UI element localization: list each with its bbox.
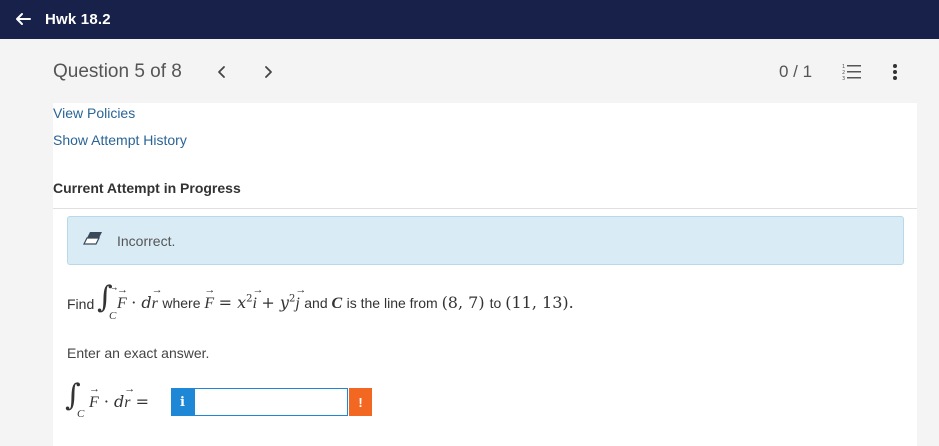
view-policies-link[interactable]: View Policies bbox=[53, 105, 135, 121]
numbered-list-icon[interactable]: 1 2 3 bbox=[842, 63, 862, 81]
from-point: (8, 7) bbox=[441, 293, 490, 312]
to-label: to bbox=[489, 295, 506, 311]
problem-statement: Find ∫ C ⃗→F · d→r where →F = x2→i + y2→… bbox=[67, 280, 767, 326]
top-bar: Hwk 18.2 bbox=[0, 0, 939, 39]
curve-c: C bbox=[331, 295, 343, 312]
problem-expression: ⃗→F · d→r where →F = x2→i + y2→j and C i… bbox=[117, 284, 574, 312]
vector-f: ⃗→F bbox=[117, 284, 128, 312]
svg-text:3: 3 bbox=[842, 76, 845, 81]
instruction-text: Enter an exact answer. bbox=[67, 345, 210, 361]
incorrect-alert: Incorrect. bbox=[67, 216, 904, 265]
question-title: Question 5 of 8 bbox=[53, 61, 182, 82]
info-button[interactable]: i bbox=[171, 388, 194, 416]
and-label: and bbox=[304, 295, 332, 311]
chevron-right-icon[interactable] bbox=[258, 61, 278, 83]
vertical-ellipsis-icon[interactable] bbox=[890, 62, 900, 82]
vector-r: → r bbox=[151, 284, 163, 312]
warning-button[interactable]: ! bbox=[349, 388, 372, 416]
eraser-icon bbox=[83, 232, 102, 245]
to-point: (11, 13). bbox=[505, 293, 574, 312]
find-label: Find bbox=[67, 296, 95, 312]
where-label: where bbox=[162, 295, 205, 311]
alert-text: Incorrect. bbox=[117, 233, 176, 249]
question-score: 0 / 1 bbox=[779, 62, 813, 81]
line-from-label: is the line from bbox=[346, 295, 442, 311]
integral-subscript-c: C bbox=[109, 310, 117, 322]
arrow-left-icon[interactable] bbox=[13, 9, 33, 29]
answer-row: ∫ C → F · d → r = i ! bbox=[65, 378, 387, 426]
section-title: Current Attempt in Progress bbox=[53, 180, 241, 196]
answer-subscript-c: C bbox=[77, 408, 85, 420]
show-attempt-history-link[interactable]: Show Attempt History bbox=[53, 132, 187, 148]
question-header: Question 5 of 8 0 / 1 1 2 3 bbox=[0, 39, 939, 103]
divider bbox=[53, 208, 917, 209]
answer-expression: → F · d → r = bbox=[89, 383, 150, 411]
chevron-left-icon[interactable] bbox=[212, 61, 232, 83]
assignment-title: Hwk 18.2 bbox=[45, 11, 111, 28]
answer-input[interactable] bbox=[194, 388, 348, 416]
